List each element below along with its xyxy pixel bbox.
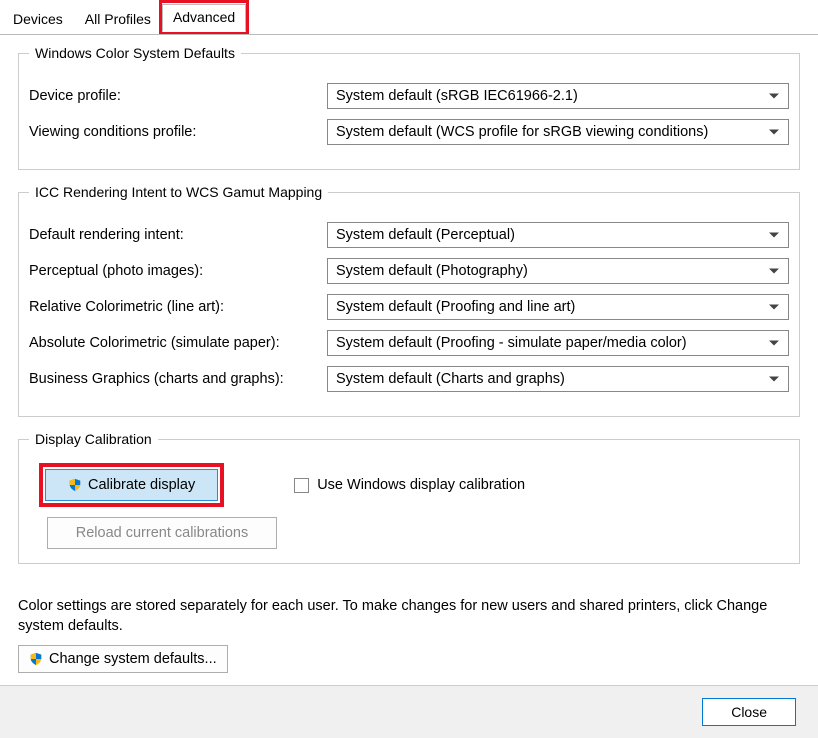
- tab-advanced[interactable]: Advanced: [162, 4, 246, 32]
- combo-perceptual[interactable]: System default (Photography): [327, 258, 789, 284]
- combo-device-profile[interactable]: System default (sRGB IEC61966-2.1): [327, 83, 789, 109]
- footer-note: Color settings are stored separately for…: [0, 584, 818, 645]
- tab-all-profiles[interactable]: All Profiles: [74, 6, 162, 34]
- label-device-profile: Device profile:: [29, 88, 319, 104]
- label-relative: Relative Colorimetric (line art):: [29, 299, 319, 315]
- calibration-row-1: Calibrate display Use Windows display ca…: [29, 459, 789, 507]
- combo-device-profile-value[interactable]: System default (sRGB IEC61966-2.1): [327, 83, 789, 109]
- dialog-bottom-bar: Close: [0, 685, 818, 738]
- row-perceptual: Perceptual (photo images): System defaul…: [29, 258, 789, 284]
- change-system-defaults-label: Change system defaults...: [49, 651, 217, 667]
- group-windows-color-system-defaults: Windows Color System Defaults Device pro…: [18, 45, 800, 170]
- combo-business[interactable]: System default (Charts and graphs): [327, 366, 789, 392]
- combo-perceptual-value[interactable]: System default (Photography): [327, 258, 789, 284]
- close-button[interactable]: Close: [702, 698, 796, 726]
- combo-default-intent-value[interactable]: System default (Perceptual): [327, 222, 789, 248]
- label-viewing-conditions: Viewing conditions profile:: [29, 124, 319, 140]
- calibrate-display-button[interactable]: Calibrate display: [45, 469, 218, 501]
- group-icc-rendering-intent: ICC Rendering Intent to WCS Gamut Mappin…: [18, 184, 800, 417]
- uac-shield-icon: [29, 652, 43, 666]
- label-business: Business Graphics (charts and graphs):: [29, 371, 319, 387]
- use-windows-calibration-checkbox[interactable]: Use Windows display calibration: [294, 477, 525, 493]
- combo-relative-value[interactable]: System default (Proofing and line art): [327, 294, 789, 320]
- label-absolute: Absolute Colorimetric (simulate paper):: [29, 335, 319, 351]
- combo-default-intent[interactable]: System default (Perceptual): [327, 222, 789, 248]
- combo-absolute-value[interactable]: System default (Proofing - simulate pape…: [327, 330, 789, 356]
- combo-business-value[interactable]: System default (Charts and graphs): [327, 366, 789, 392]
- row-absolute: Absolute Colorimetric (simulate paper): …: [29, 330, 789, 356]
- label-default-intent: Default rendering intent:: [29, 227, 319, 243]
- row-business: Business Graphics (charts and graphs): S…: [29, 366, 789, 392]
- highlight-advanced-tab: Advanced: [159, 0, 249, 34]
- calibrate-display-label: Calibrate display: [88, 477, 195, 493]
- combo-relative[interactable]: System default (Proofing and line art): [327, 294, 789, 320]
- tab-devices[interactable]: Devices: [2, 6, 74, 34]
- calibration-row-2: Reload current calibrations: [29, 507, 789, 549]
- tab-strip: Devices All Profiles Advanced: [0, 0, 818, 34]
- tab-content-advanced: Windows Color System Defaults Device pro…: [0, 34, 818, 584]
- uac-shield-icon: [68, 478, 82, 492]
- group-legend: Windows Color System Defaults: [29, 45, 241, 61]
- row-relative: Relative Colorimetric (line art): System…: [29, 294, 789, 320]
- group-legend: ICC Rendering Intent to WCS Gamut Mappin…: [29, 184, 328, 200]
- row-viewing-conditions: Viewing conditions profile: System defau…: [29, 119, 789, 145]
- color-management-window: Devices All Profiles Advanced Windows Co…: [0, 0, 818, 738]
- group-display-calibration: Display Calibration Calibrate display Us…: [18, 431, 800, 564]
- use-windows-calibration-label: Use Windows display calibration: [317, 477, 525, 493]
- combo-viewing-conditions[interactable]: System default (WCS profile for sRGB vie…: [327, 119, 789, 145]
- change-system-defaults-button[interactable]: Change system defaults...: [18, 645, 228, 673]
- combo-viewing-conditions-value[interactable]: System default (WCS profile for sRGB vie…: [327, 119, 789, 145]
- reload-calibrations-button[interactable]: Reload current calibrations: [47, 517, 277, 549]
- highlight-calibrate-button: Calibrate display: [39, 463, 224, 507]
- row-default-intent: Default rendering intent: System default…: [29, 222, 789, 248]
- footer-button-row: Change system defaults...: [0, 645, 818, 685]
- group-legend: Display Calibration: [29, 431, 158, 447]
- combo-absolute[interactable]: System default (Proofing - simulate pape…: [327, 330, 789, 356]
- label-perceptual: Perceptual (photo images):: [29, 263, 319, 279]
- row-device-profile: Device profile: System default (sRGB IEC…: [29, 83, 789, 109]
- checkbox-box[interactable]: [294, 478, 309, 493]
